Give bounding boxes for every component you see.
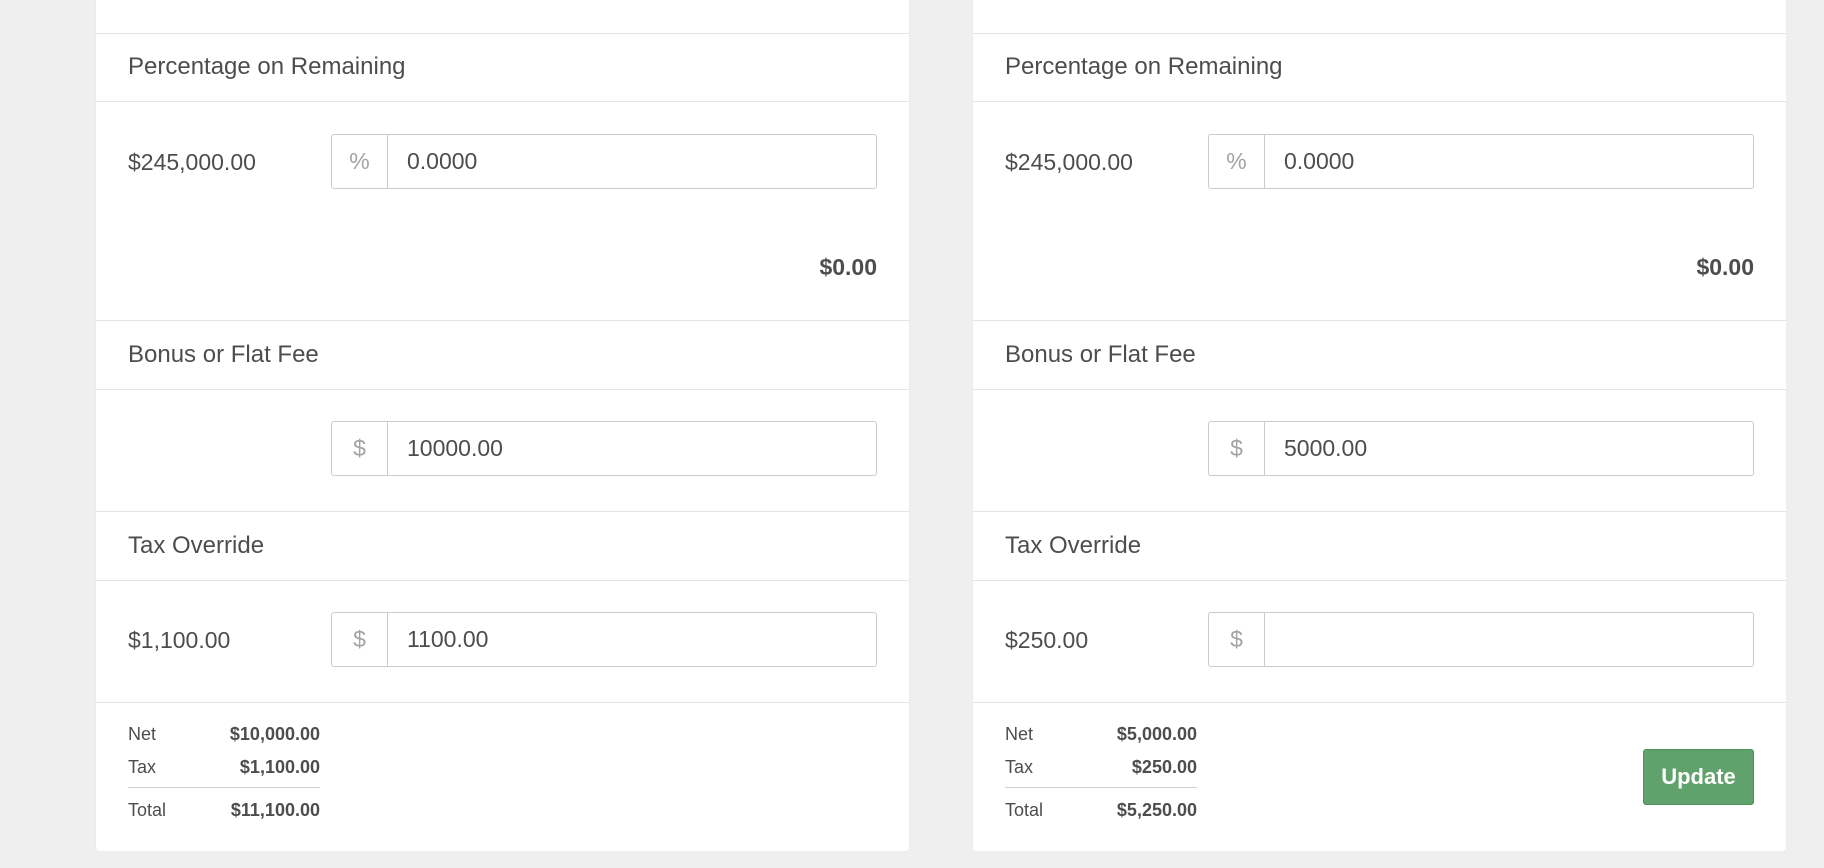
dollar-addon: $: [332, 422, 388, 475]
divider: [973, 702, 1786, 703]
divider: [973, 33, 1786, 34]
divider: [96, 702, 909, 703]
totals-summary: Net $10,000.00 Tax $1,100.00 Total $11,1…: [128, 718, 320, 827]
total-label: Total: [1005, 800, 1044, 820]
dollar-addon: $: [1209, 422, 1265, 475]
percentage-input[interactable]: [1265, 135, 1753, 188]
divider: [96, 101, 909, 102]
divider: [973, 511, 1786, 512]
total-value: $11,100.00: [230, 800, 320, 820]
tax-override-title: Tax Override: [1005, 532, 1142, 559]
bonus-section-title: Bonus or Flat Fee: [1005, 341, 1196, 368]
totals-divider: [128, 787, 320, 788]
net-value: $5,000.00: [1116, 724, 1197, 744]
divider: [96, 511, 909, 512]
tax-override-input[interactable]: [1265, 613, 1753, 666]
bonus-input-group: $: [1208, 421, 1754, 476]
totals-divider: [1005, 787, 1197, 788]
tax-label: Tax: [1005, 757, 1034, 777]
bonus-input[interactable]: [388, 422, 876, 475]
total-row: Total $5,250.00: [1005, 794, 1197, 827]
remaining-amount: $245,000.00: [128, 149, 256, 175]
percent-addon: %: [1209, 135, 1265, 188]
divider: [973, 101, 1786, 102]
divider: [96, 320, 909, 321]
total-value: $5,250.00: [1116, 800, 1197, 820]
remaining-amount: $245,000.00: [1005, 149, 1133, 175]
page: Percentage on Remaining $245,000.00 % $0…: [0, 0, 1824, 868]
percentage-input-group: %: [331, 134, 877, 189]
total-row: Total $11,100.00: [128, 794, 320, 827]
bonus-input-group: $: [331, 421, 877, 476]
tax-value: $250.00: [1131, 757, 1197, 777]
tax-row: Tax $250.00: [1005, 751, 1197, 784]
totals-summary: Net $5,000.00 Tax $250.00 Total $5,250.0…: [1005, 718, 1197, 827]
tax-value: $1,100.00: [239, 757, 320, 777]
divider: [973, 389, 1786, 390]
tax-amount: $250.00: [1005, 627, 1089, 653]
divider: [96, 389, 909, 390]
total-label: Total: [128, 800, 167, 820]
net-row: Net $5,000.00: [1005, 718, 1197, 751]
net-value: $10,000.00: [229, 724, 320, 744]
percentage-subtotal: $0.00: [1696, 254, 1754, 280]
tax-amount: $1,100.00: [128, 627, 231, 653]
dollar-addon: $: [332, 613, 388, 666]
tax-input-group: $: [1208, 612, 1754, 667]
tax-override-input[interactable]: [388, 613, 876, 666]
bonus-input[interactable]: [1265, 422, 1753, 475]
divider: [96, 580, 909, 581]
bonus-section-title: Bonus or Flat Fee: [128, 341, 319, 368]
net-label: Net: [1005, 724, 1034, 744]
dollar-addon: $: [1209, 613, 1265, 666]
divider: [973, 320, 1786, 321]
divider: [973, 580, 1786, 581]
tax-label: Tax: [128, 757, 157, 777]
tax-override-title: Tax Override: [128, 532, 265, 559]
percentage-section-title: Percentage on Remaining: [1005, 53, 1283, 80]
update-button[interactable]: Update: [1643, 749, 1754, 805]
net-row: Net $10,000.00: [128, 718, 320, 751]
commission-panel-right: Percentage on Remaining $245,000.00 % $0…: [973, 0, 1786, 851]
percentage-subtotal: $0.00: [819, 254, 877, 280]
tax-input-group: $: [331, 612, 877, 667]
percentage-section-title: Percentage on Remaining: [128, 53, 406, 80]
percentage-input[interactable]: [388, 135, 876, 188]
tax-row: Tax $1,100.00: [128, 751, 320, 784]
percent-addon: %: [332, 135, 388, 188]
commission-panel-left: Percentage on Remaining $245,000.00 % $0…: [96, 0, 909, 851]
divider: [96, 33, 909, 34]
percentage-input-group: %: [1208, 134, 1754, 189]
net-label: Net: [128, 724, 157, 744]
